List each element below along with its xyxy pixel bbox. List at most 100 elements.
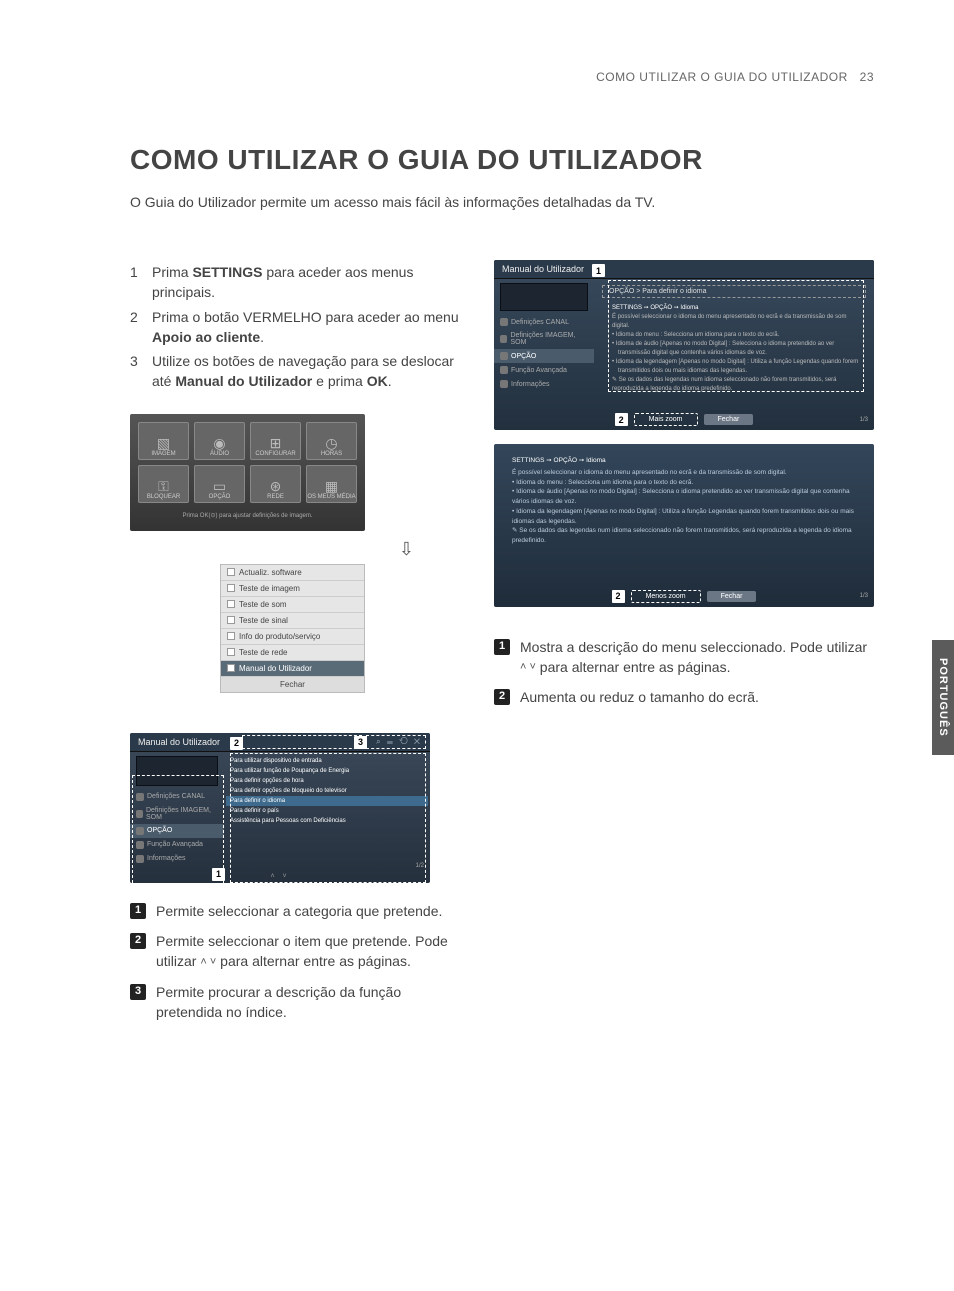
topic-item: Para utilizar dispositivo de entrada	[230, 756, 424, 766]
guide-nav-arrows: ˄ ˅	[130, 870, 430, 883]
step-2: 2 Prima o botão VERMELHO para aceder ao …	[130, 305, 464, 350]
content-intro: É possível seleccionar o idioma do menu …	[512, 468, 856, 478]
sidebar-item: Função Avançada	[130, 838, 224, 852]
legend-item-1: 1 Permite seleccionar a categoria que pr…	[130, 901, 464, 921]
language-tab: PORTUGUÊS	[932, 640, 954, 755]
menu-row-1: ▧IMAGEM ◉ÁUDIO ⊞CONFIGURAR ◷HORAS	[138, 422, 357, 460]
legend-badge: 3	[130, 984, 146, 1000]
support-submenu: Actualiz. software Teste de imagem Teste…	[220, 564, 365, 693]
detail-buttons: 2 Mais zoom Fechar 1/3	[494, 409, 874, 430]
sidebar-item: Função Avançada	[494, 363, 594, 377]
submenu-item: Teste de imagem	[221, 581, 364, 597]
legend-left: 1 Permite seleccionar a categoria que pr…	[130, 901, 464, 1022]
topic-item-selected: Para definir o idioma	[226, 796, 428, 806]
category-icon	[136, 827, 144, 835]
legend-badge: 2	[494, 689, 510, 705]
topic-item: Assistência para Pessoas com Deficiência…	[230, 816, 424, 826]
content-bullet: • Idioma da legendagem [Apenas no modo D…	[512, 507, 856, 527]
tile-rede: ⊛REDE	[250, 465, 301, 503]
tile-opcao: ▭OPÇÃO	[194, 465, 245, 503]
topic-item: Para definir opções de hora	[230, 776, 424, 786]
tile-audio: ◉ÁUDIO	[194, 422, 245, 460]
callout-badge-1: 1	[592, 264, 605, 277]
guide-sidebar: Definições CANAL Definições IMAGEM, SOM …	[130, 752, 224, 870]
chevron-up-down-icon: ˄ ˅	[200, 955, 216, 971]
sidebar-item: Definições CANAL	[130, 790, 224, 804]
category-icon	[500, 352, 508, 360]
zoom-in-button: Mais zoom	[634, 413, 698, 426]
content-note: ✎ Se os dados das legendas num idioma se…	[612, 376, 864, 394]
detail-header: Manual do Utilizador	[494, 260, 874, 279]
content-title: SETTINGS ➙ OPÇÃO ➙ Idioma	[612, 304, 864, 313]
sidebar-item: Informações	[494, 377, 594, 391]
sidebar-item-selected: OPÇÃO	[130, 824, 224, 838]
callout-badge-3: 3	[354, 736, 367, 749]
page-indicator: 1/3	[860, 593, 868, 599]
tile-media: ▦OS MEUS MÉDIA	[306, 465, 357, 503]
category-icon	[500, 318, 508, 326]
callout-badge-1: 1	[212, 868, 225, 881]
topic-item: Para utilizar função de Poupança de Ener…	[230, 766, 424, 776]
content-bullet: • Idioma do menu : Selecciona um idioma …	[512, 478, 856, 488]
legend-item-3: 3 Permite procurar a descrição da função…	[130, 982, 464, 1023]
submenu-close: Fechar	[221, 677, 364, 692]
guide-preview-box	[136, 756, 218, 786]
submenu-item: Teste de rede	[221, 645, 364, 661]
tile-bloquear: ⚿BLOQUEAR	[138, 465, 189, 503]
submenu-item: Teste de som	[221, 597, 364, 613]
guide-tool-icons: ⌕ ☰ ⟲ ✕	[376, 737, 422, 747]
tile-configurar: ⊞CONFIGURAR	[250, 422, 301, 460]
zoom-out-button: Menos zoom	[631, 590, 701, 603]
content-title: SETTINGS ➙ OPÇÃO ➙ Idioma	[512, 456, 856, 466]
category-icon	[136, 841, 144, 849]
tile-horas: ◷HORAS	[306, 422, 357, 460]
category-icon	[136, 810, 143, 818]
tile-imagem: ▧IMAGEM	[138, 422, 189, 460]
checkbox-icon	[227, 664, 235, 672]
content-bullet: • Idioma da legendagem [Apenas no modo D…	[612, 358, 864, 376]
legend-badge: 2	[130, 933, 146, 949]
content-bullet: • Idioma de áudio [Apenas no modo Digita…	[612, 340, 864, 358]
content-bullet: • Idioma de áudio [Apenas no modo Digita…	[512, 487, 856, 507]
callout-badge-2: 2	[612, 590, 625, 603]
legend-item-1: 1 Mostra a descrição do menu seleccionad…	[494, 637, 874, 678]
close-button: Fechar	[704, 414, 754, 425]
sidebar-item: Definições IMAGEM, SOM	[494, 329, 594, 349]
category-icon	[136, 793, 144, 801]
guide-topic-list: Para utilizar dispositivo de entrada Par…	[224, 752, 430, 870]
checkbox-icon	[227, 648, 235, 656]
checkbox-icon	[227, 616, 235, 624]
detail-screenshot: Manual do Utilizador Definições CANAL De…	[494, 260, 874, 430]
close-button: Fechar	[707, 591, 757, 602]
running-header: COMO UTILIZAR O GUIA DO UTILIZADOR 23	[130, 70, 874, 84]
sidebar-item-selected: OPÇÃO	[494, 349, 594, 363]
content-intro: É possível seleccionar o idioma do menu …	[612, 313, 864, 331]
zoomed-buttons: 2 Menos zoom Fechar 1/3	[494, 586, 874, 607]
detail-sidebar: Definições CANAL Definições IMAGEM, SOM …	[494, 279, 594, 409]
zoomed-screenshot: SETTINGS ➙ OPÇÃO ➙ Idioma É possível sel…	[494, 444, 874, 607]
guide-header: Manual do Utilizador ⌕ ☰ ⟲ ✕	[130, 733, 430, 752]
submenu-item-selected: Manual do Utilizador	[221, 661, 364, 677]
legend-item-2: 2 Permite seleccionar o item que pretend…	[130, 931, 464, 972]
step-1: 1 Prima SETTINGS para aceder aos menus p…	[130, 260, 464, 305]
page-indicator: 1/3	[860, 417, 868, 423]
category-icon	[500, 366, 508, 374]
running-title: COMO UTILIZAR O GUIA DO UTILIZADOR	[596, 70, 848, 84]
main-menu-screenshot: ▧IMAGEM ◉ÁUDIO ⊞CONFIGURAR ◷HORAS ⚿BLOQU…	[130, 414, 365, 531]
submenu-item: Teste de sinal	[221, 613, 364, 629]
menu-hint: Prima OK(⊙) para ajustar definições de i…	[138, 508, 357, 523]
submenu-item: Actualiz. software	[221, 565, 364, 581]
callout-badge-2: 2	[230, 737, 243, 750]
intro-text: O Guia do Utilizador permite um acesso m…	[130, 194, 874, 210]
guide-screenshot: Manual do Utilizador ⌕ ☰ ⟲ ✕ Definições …	[130, 733, 430, 883]
checkbox-icon	[227, 568, 235, 576]
content-note: ✎ Se os dados das legendas num idioma se…	[512, 526, 856, 546]
category-icon	[136, 855, 144, 863]
legend-item-2: 2 Aumenta ou reduz o tamanho do ecrã.	[494, 687, 874, 707]
checkbox-icon	[227, 584, 235, 592]
checkbox-icon	[227, 600, 235, 608]
legend-badge: 1	[130, 903, 146, 919]
sidebar-item: Definições CANAL	[494, 315, 594, 329]
detail-content: OPÇÃO > Para definir o idioma SETTINGS ➙…	[594, 279, 874, 409]
content-bullet: • Idioma do menu : Selecciona um idioma …	[612, 331, 864, 340]
